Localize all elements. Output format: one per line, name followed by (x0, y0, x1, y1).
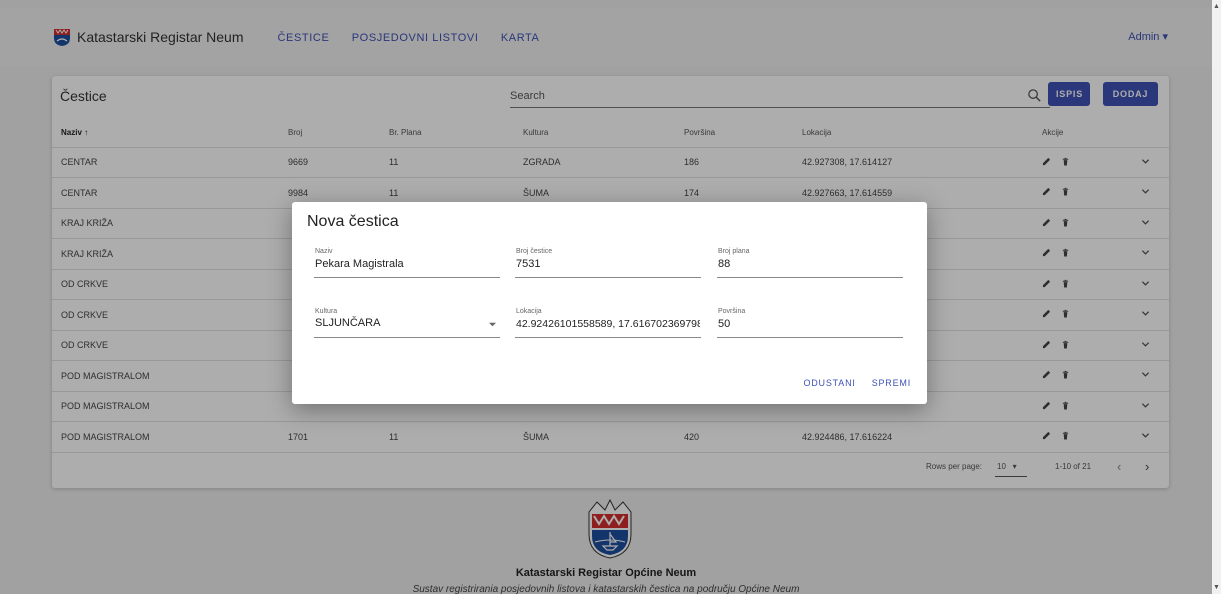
lokacija-input[interactable] (516, 318, 700, 330)
broj-plana-field: Broj plana (717, 248, 903, 278)
kultura-select[interactable]: Kultura SLJUNČARA (314, 308, 500, 338)
dialog-actions: ODUSTANI SPREMI (803, 378, 911, 388)
povrsina-field: Površina (717, 308, 903, 338)
cancel-button[interactable]: ODUSTANI (803, 378, 855, 388)
scroll-up-icon[interactable]: ▲ (1213, 3, 1220, 10)
broj-plana-input[interactable] (718, 258, 902, 270)
naziv-label: Naziv (315, 248, 333, 255)
povrsina-input[interactable] (718, 318, 902, 330)
dialog-title: Nova čestica (307, 213, 399, 230)
save-button[interactable]: SPREMI (872, 378, 911, 388)
scroll-down-icon[interactable]: ▼ (1213, 584, 1220, 591)
kultura-label: Kultura (315, 308, 338, 315)
dropdown-arrow-icon (489, 322, 496, 327)
naziv-input[interactable] (315, 258, 499, 270)
new-parcel-dialog: Nova čestica Naziv Broj čestice Broj pla… (292, 202, 927, 404)
broj-plana-label: Broj plana (718, 248, 750, 255)
povrsina-label: Površina (718, 308, 746, 315)
lokacija-label: Lokacija (516, 308, 542, 315)
naziv-field: Naziv (314, 248, 500, 278)
page-scrollbar[interactable]: ▲ ▼ (1212, 0, 1221, 594)
broj-cestice-input[interactable] (516, 258, 700, 270)
broj-cestice-label: Broj čestice (516, 248, 553, 255)
broj-cestice-field: Broj čestice (515, 248, 701, 278)
lokacija-field: Lokacija (515, 308, 701, 338)
kultura-value: SLJUNČARA (315, 317, 381, 329)
